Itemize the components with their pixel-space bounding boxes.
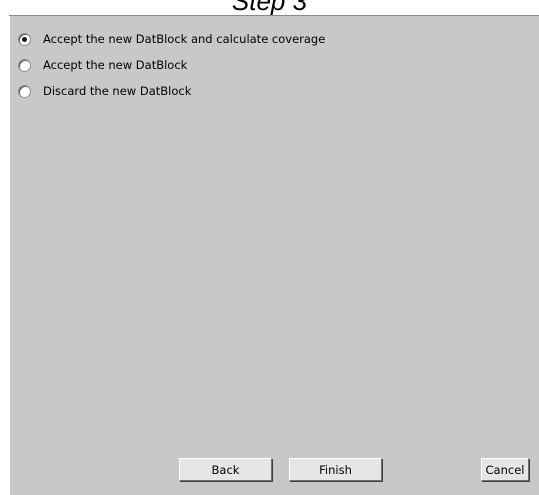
step-title: Step 3 [231, 0, 308, 16]
option-discard[interactable]: Discard the new DatBlock [18, 78, 325, 104]
radio-button[interactable] [18, 32, 31, 46]
option-accept-and-calculate[interactable]: Accept the new DatBlock and calculate co… [18, 26, 325, 52]
option-label: Discard the new DatBlock [43, 84, 192, 98]
wizard-panel: Accept the new DatBlock and calculate co… [9, 16, 539, 495]
option-accept[interactable]: Accept the new DatBlock [18, 52, 325, 78]
finish-button[interactable]: Finish [289, 458, 382, 481]
radio-button[interactable] [18, 84, 31, 98]
wizard-page: Step 3 Accept the new DatBlock and calcu… [0, 0, 539, 495]
option-label: Accept the new DatBlock [43, 58, 188, 72]
wizard-header: Step 3 [0, 0, 539, 16]
option-group: Accept the new DatBlock and calculate co… [18, 26, 325, 104]
back-button[interactable]: Back [179, 458, 272, 481]
radio-button[interactable] [18, 58, 31, 72]
cancel-button[interactable]: Cancel [481, 458, 529, 481]
option-label: Accept the new DatBlock and calculate co… [43, 32, 326, 46]
